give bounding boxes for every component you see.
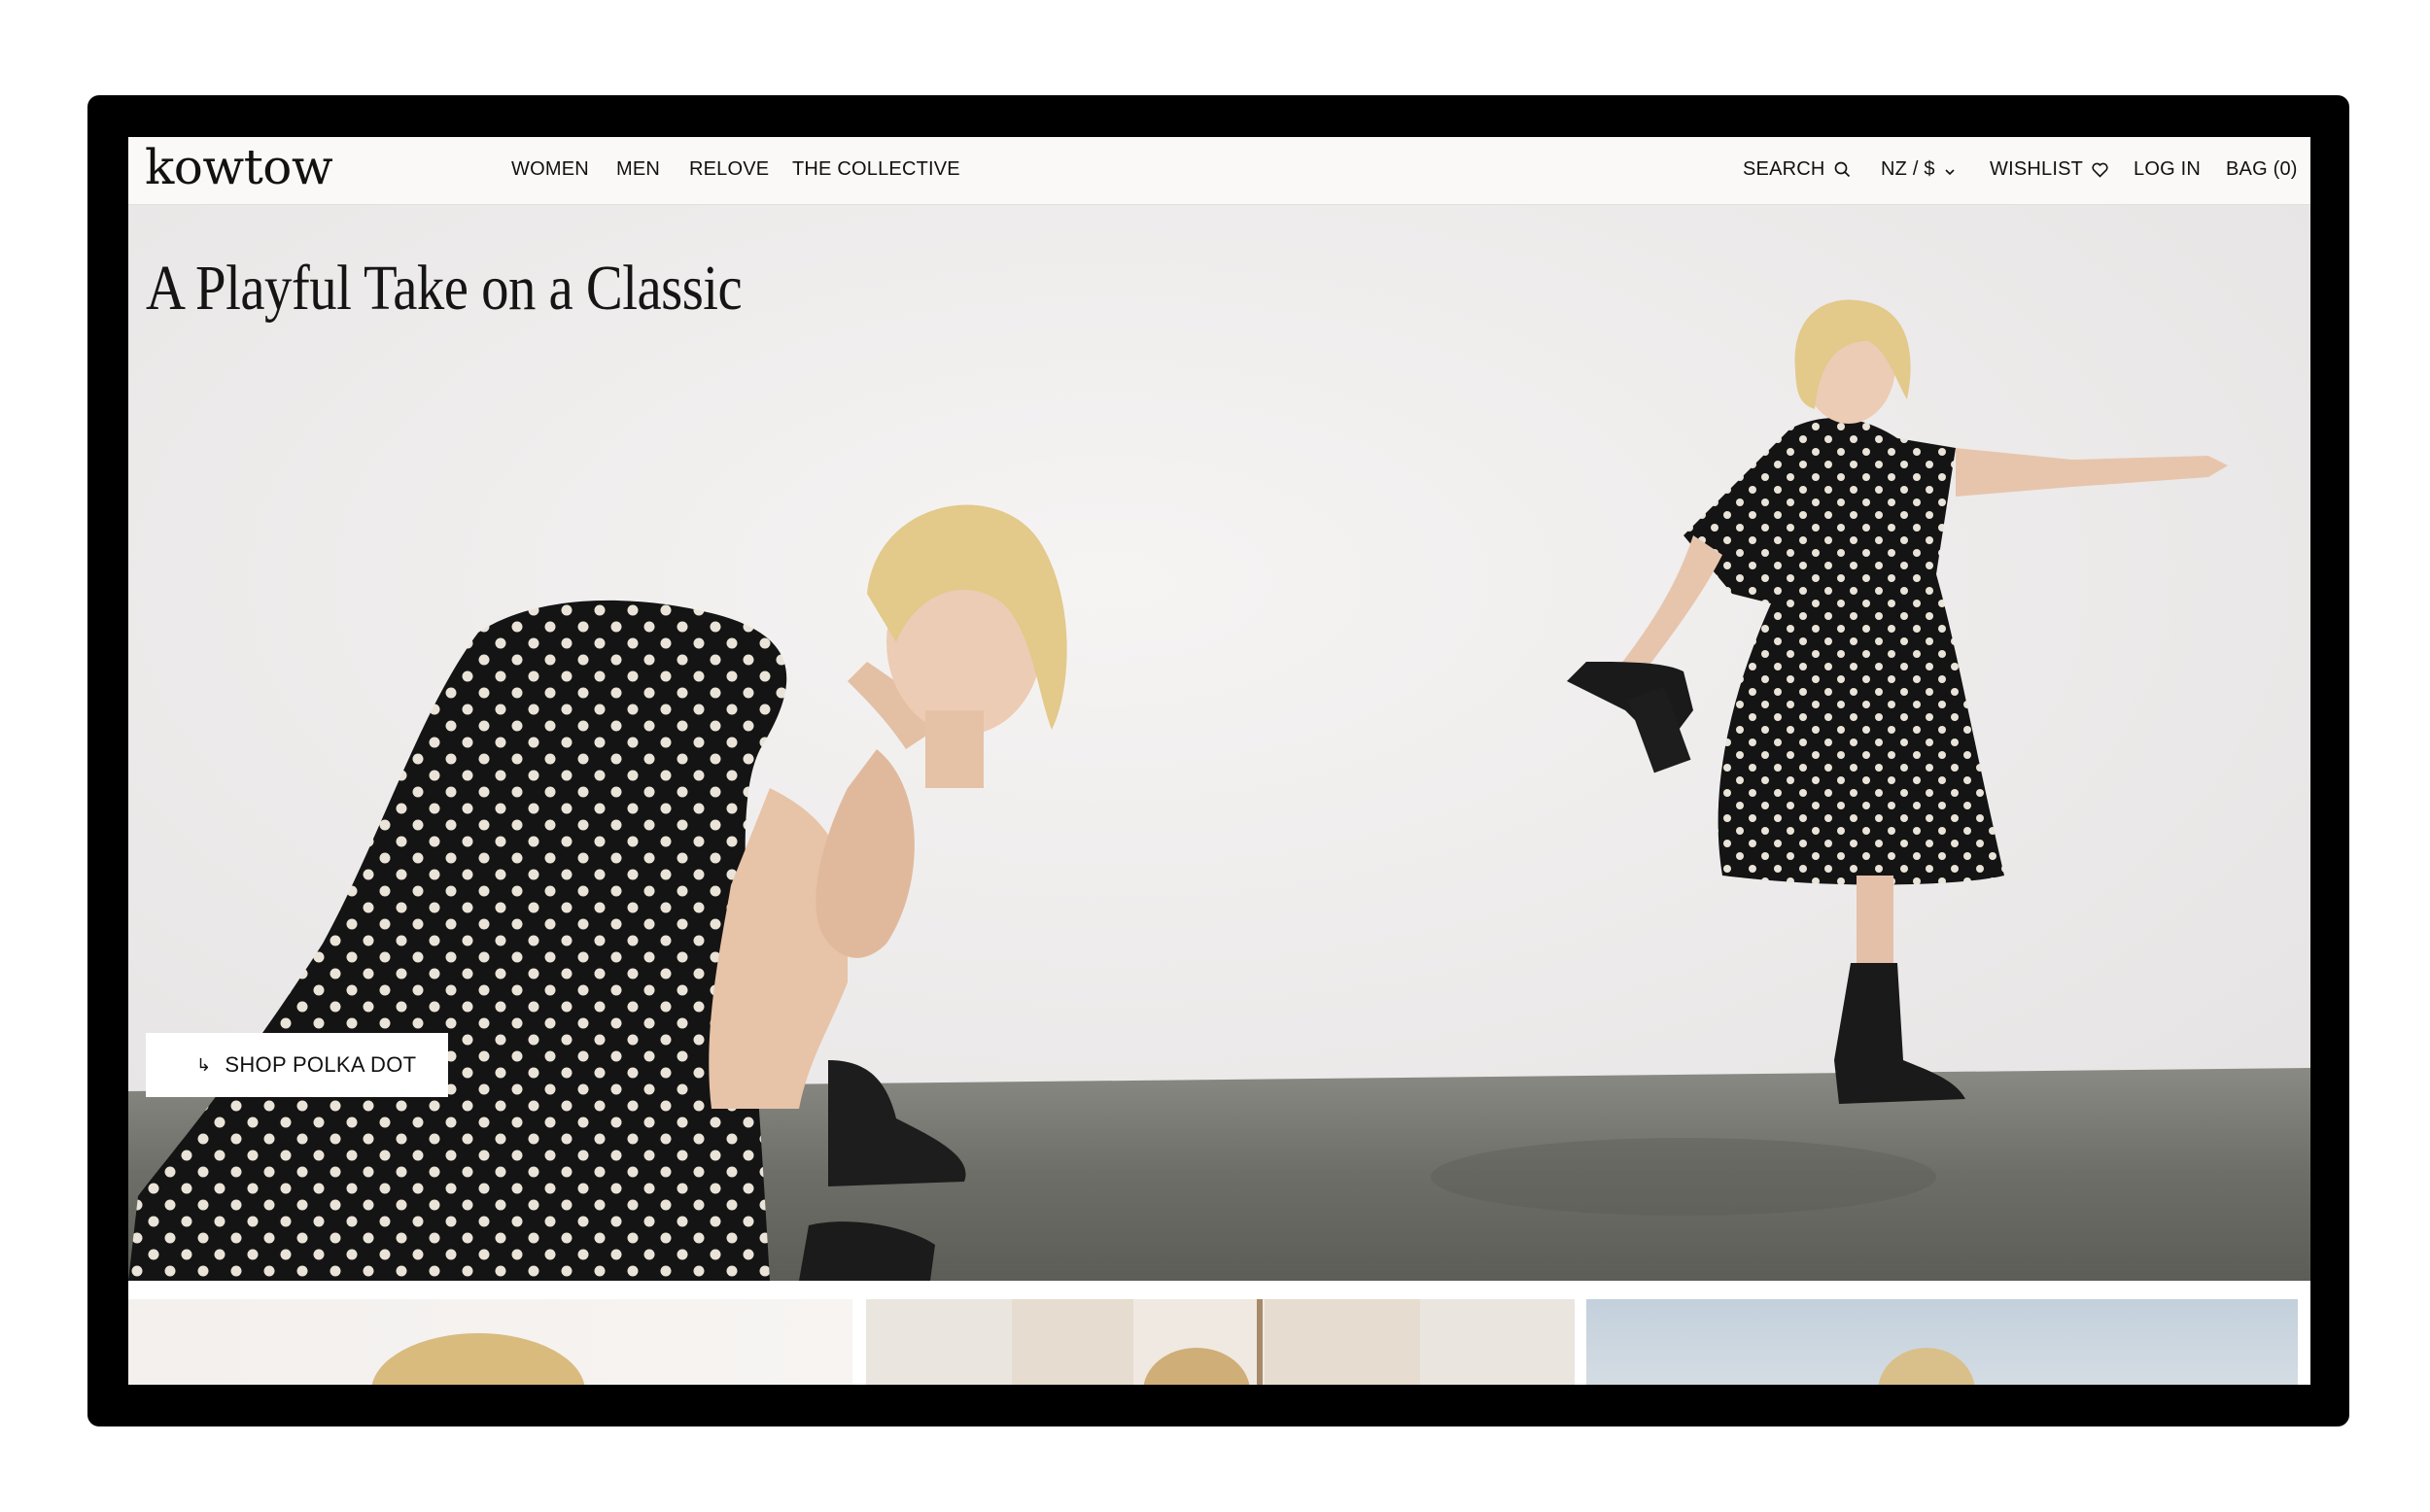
site-header: kowtow WOMEN MEN RELOVE THE COLLECTIVE S… — [128, 137, 2310, 205]
currency-label: NZ / $ — [1881, 158, 1935, 180]
tile-2[interactable] — [866, 1299, 1575, 1385]
nav-women[interactable]: WOMEN — [511, 158, 589, 181]
bag-link[interactable]: BAG (0) — [2226, 158, 2298, 181]
chevron-down-icon — [1944, 161, 1956, 184]
search-icon — [1834, 161, 1851, 184]
cta-label: SHOP POLKA DOT — [225, 1052, 417, 1077]
search-label: SEARCH — [1743, 158, 1825, 180]
nav-relove[interactable]: RELOVE — [689, 158, 769, 181]
shop-polka-dot-button[interactable]: ↳ SHOP POLKA DOT — [146, 1033, 448, 1097]
hero-headline: A Playful Take on a Classic — [146, 253, 743, 324]
login-link[interactable]: LOG IN — [2134, 158, 2201, 181]
hero-image — [128, 205, 2310, 1281]
site-logo[interactable]: kowtow — [145, 139, 333, 195]
tile-3-image — [1878, 1348, 1975, 1385]
nav-the-collective[interactable]: THE COLLECTIVE — [792, 158, 960, 181]
tile-1-image — [371, 1333, 585, 1385]
arrow-icon: ↳ — [196, 1054, 212, 1075]
wishlist-link[interactable]: WISHLIST — [1990, 158, 2109, 184]
wishlist-label: WISHLIST — [1990, 158, 2083, 180]
nav-men[interactable]: MEN — [616, 158, 660, 181]
tile-3[interactable] — [1586, 1299, 2298, 1385]
heart-icon — [2092, 161, 2109, 184]
tile-2-image — [1012, 1299, 1420, 1385]
product-tiles-row — [128, 1281, 2310, 1385]
hero-banner[interactable]: A Playful Take on a Classic ↳ SHOP POLKA… — [128, 205, 2310, 1281]
browser-viewport: kowtow WOMEN MEN RELOVE THE COLLECTIVE S… — [128, 137, 2310, 1385]
tile-1[interactable] — [128, 1299, 852, 1385]
currency-selector[interactable]: NZ / $ — [1881, 158, 1956, 184]
search-button[interactable]: SEARCH — [1743, 158, 1851, 184]
